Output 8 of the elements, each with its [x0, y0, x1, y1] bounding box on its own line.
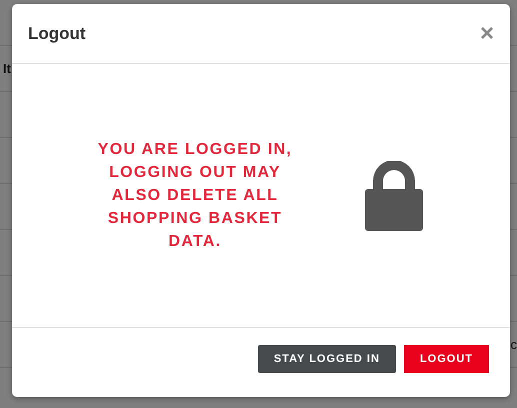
logout-button[interactable]: LOGOUT: [404, 344, 489, 372]
lock-icon: [365, 160, 423, 230]
warning-message: YOU ARE LOGGED IN, LOGGING OUT MAY ALSO DELETE ALL SHOPPING BASKET DATA.: [96, 140, 294, 252]
table-header: It: [3, 61, 11, 76]
stay-logged-in-button[interactable]: STAY LOGGED IN: [258, 344, 396, 372]
table-cell: c: [510, 337, 517, 352]
dialog-title: Logout: [28, 24, 86, 44]
close-icon[interactable]: ×: [480, 22, 494, 46]
